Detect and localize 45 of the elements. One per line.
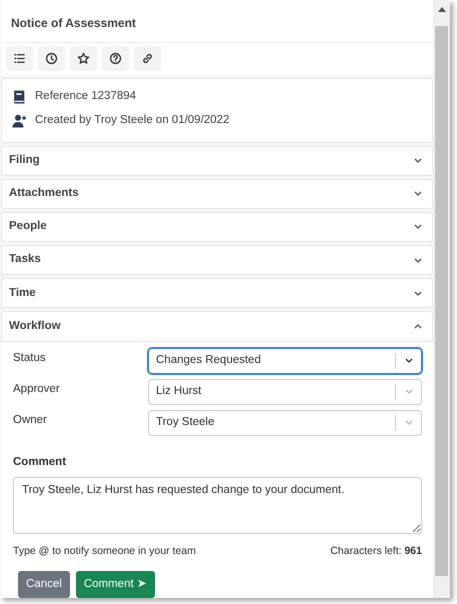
- link-button[interactable]: [134, 46, 161, 71]
- chevron-down-icon: [404, 389, 412, 394]
- chevron-down-icon: [414, 191, 422, 196]
- dropdown-field[interactable]: Liz Hurst: [148, 378, 422, 405]
- accordion-header[interactable]: Filing: [1, 146, 433, 176]
- chevron-down-icon: [414, 290, 422, 296]
- field-label: Status: [13, 350, 47, 366]
- accordion-header[interactable]: Time: [1, 278, 433, 308]
- star-icon: [77, 52, 90, 65]
- checklist-button[interactable]: [6, 46, 33, 71]
- clock-icon: [45, 52, 58, 65]
- cancel-button[interactable]: Cancel: [18, 570, 70, 598]
- dropdown-field[interactable]: Changes Requested: [148, 348, 422, 374]
- user-add-icon: [12, 113, 27, 128]
- scrollbar[interactable]: [433, 0, 450, 598]
- info-text: Reference 1237894: [35, 89, 136, 104]
- field-label: Owner: [13, 412, 48, 428]
- chevron-down-icon: [404, 420, 412, 426]
- chevron-down-icon: [414, 258, 422, 263]
- checklist-icon: [13, 52, 26, 65]
- scrollbar-thumb[interactable]: [435, 26, 448, 576]
- star-button[interactable]: [70, 46, 97, 71]
- chevron-down-icon: [404, 358, 412, 364]
- comment-field[interactable]: Troy Steele, Liz Hurst has requested change to your document.: [13, 476, 422, 534]
- comment-button[interactable]: Comment ➤: [76, 570, 155, 598]
- clock-button[interactable]: [38, 46, 65, 71]
- info-text: Created by Troy Steele on 01/09/2022: [35, 113, 230, 128]
- link-icon: [141, 52, 154, 65]
- help-button[interactable]: [102, 46, 129, 71]
- hint-text: Type @ to notify someone in your team: [13, 544, 196, 560]
- panel-title: Notice of Assessment: [1, 0, 433, 43]
- chevron-up-icon: [414, 324, 422, 329]
- chevron-down-icon: [414, 224, 422, 230]
- accordion-header[interactable]: Tasks: [1, 245, 433, 276]
- help-icon: [109, 52, 122, 65]
- book-icon: [12, 89, 27, 104]
- accordion-header[interactable]: Attachments: [1, 178, 433, 209]
- field-label: Comment: [13, 454, 68, 470]
- field-label: Approver: [13, 382, 61, 397]
- accordion-header[interactable]: People: [1, 212, 433, 242]
- character-count: Characters left: 961: [330, 544, 422, 560]
- chevron-down-icon: [414, 158, 422, 164]
- dropdown-field[interactable]: Troy Steele: [148, 410, 422, 436]
- scroll-up-icon[interactable]: [438, 7, 446, 12]
- accordion-header[interactable]: Workflow: [1, 311, 433, 342]
